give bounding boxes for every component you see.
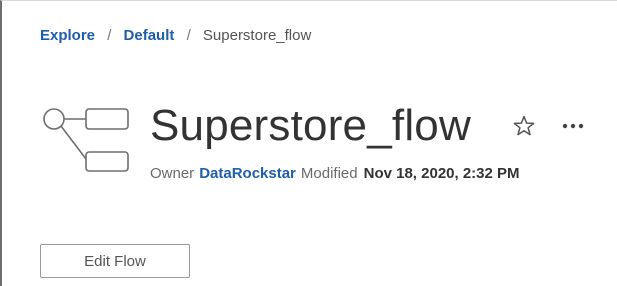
owner-link[interactable]: DataRockstar [199, 165, 296, 182]
owner-label: Owner [150, 165, 195, 182]
edit-flow-button[interactable]: Edit Flow [40, 244, 190, 278]
title-row: Superstore_flow [150, 98, 587, 154]
breadcrumb-default-link[interactable]: Default [124, 27, 175, 44]
favorite-button[interactable] [511, 113, 537, 139]
breadcrumb-separator: / [107, 27, 112, 44]
breadcrumb: Explore / Default / Superstore_flow [40, 27, 311, 44]
modified-date: Nov 18, 2020, 2:32 PM [363, 165, 520, 182]
page-title: Superstore_flow [150, 101, 471, 150]
breadcrumb-current: Superstore_flow [202, 27, 312, 44]
flow-details-page: Explore / Default / Superstore_flow Supe… [0, 0, 617, 286]
breadcrumb-explore-link[interactable]: Explore [40, 27, 95, 44]
star-outline-icon [513, 115, 535, 136]
more-actions-button[interactable] [559, 113, 587, 139]
flow-metadata: Owner DataRockstar Modified Nov 18, 2020… [150, 165, 520, 182]
more-actions-icon [562, 123, 584, 129]
flow-icon [43, 108, 129, 172]
modified-label: Modified [300, 165, 358, 182]
breadcrumb-separator: / [186, 27, 191, 44]
